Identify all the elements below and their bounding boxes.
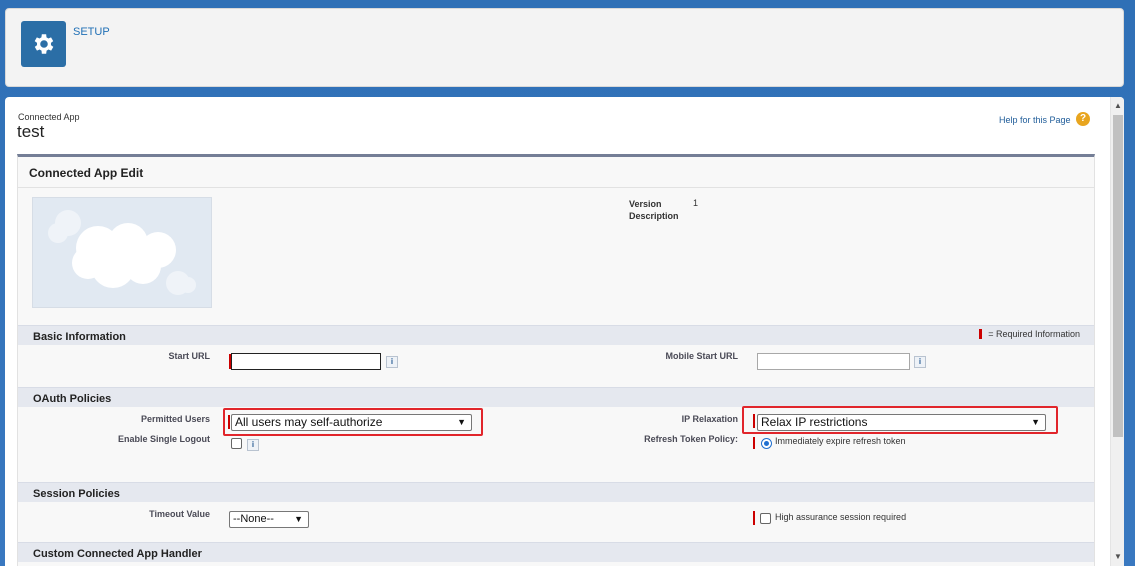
single-logout-info-icon[interactable]: i <box>247 439 259 451</box>
setup-header: SETUP <box>5 8 1124 87</box>
single-logout-checkbox[interactable] <box>231 438 242 449</box>
section-custom-handler: Custom Connected App Handler <box>18 542 1094 562</box>
section-title: Session Policies <box>33 488 120 500</box>
chevron-down-icon: ▼ <box>1031 417 1040 427</box>
required-legend: = Required Information <box>979 329 1080 339</box>
version-label: Version <box>629 199 662 209</box>
version-value: 1 <box>693 198 699 208</box>
section-title: Custom Connected App Handler <box>33 548 202 560</box>
section-oauth-policies: OAuth Policies <box>18 387 1094 407</box>
edit-title-bar: Connected App Edit <box>18 157 1094 188</box>
permitted-users-value: All users may self-authorize <box>235 415 383 429</box>
section-title: OAuth Policies <box>33 393 112 405</box>
mobile-start-url-input[interactable] <box>757 353 910 370</box>
mobile-start-url-info-icon[interactable]: i <box>914 356 926 368</box>
page-title: test <box>17 122 45 141</box>
required-marker <box>979 329 983 339</box>
timeout-value: --None-- <box>233 513 274 525</box>
required-marker <box>753 511 755 525</box>
start-url-label: Start URL <box>168 351 210 361</box>
ip-relaxation-select[interactable]: Relax IP restrictions ▼ <box>757 414 1046 431</box>
timeout-select[interactable]: --None-- ▼ <box>229 511 309 528</box>
main-content: Connected App test Help for this Page ? … <box>5 97 1124 566</box>
chevron-down-icon: ▼ <box>294 514 303 524</box>
ip-relaxation-value: Relax IP restrictions <box>761 415 868 429</box>
high-assurance-checkbox[interactable] <box>760 513 771 524</box>
refresh-token-label: Refresh Token Policy: <box>644 434 738 444</box>
permitted-users-label: Permitted Users <box>140 414 210 424</box>
section-session-policies: Session Policies <box>18 482 1094 502</box>
scroll-down-icon[interactable]: ▼ <box>1111 550 1124 564</box>
required-marker <box>753 437 755 449</box>
version-description-labels: Version Description <box>629 198 679 222</box>
cloud-icon <box>48 210 196 295</box>
connected-app-edit-block: Connected App Edit Version Description 1… <box>17 154 1095 566</box>
scroll-thumb[interactable] <box>1113 115 1123 437</box>
high-assurance-label: High assurance session required <box>775 512 907 522</box>
chevron-down-icon: ▼ <box>457 417 466 427</box>
permitted-users-select[interactable]: All users may self-authorize ▼ <box>231 414 472 431</box>
description-label: Description <box>629 211 679 221</box>
ip-relaxation-label: IP Relaxation <box>681 414 738 424</box>
required-marker <box>753 414 755 428</box>
start-url-input[interactable] <box>231 353 381 370</box>
start-url-info-icon[interactable]: i <box>386 356 398 368</box>
mobile-start-url-label: Mobile Start URL <box>665 351 738 361</box>
timeout-label: Timeout Value <box>149 509 210 519</box>
required-marker <box>228 415 230 429</box>
help-icon[interactable]: ? <box>1076 112 1090 126</box>
setup-link[interactable]: SETUP <box>73 26 110 38</box>
edit-title: Connected App Edit <box>29 166 144 180</box>
gear-icon[interactable] <box>21 21 66 67</box>
required-legend-text: = Required Information <box>988 329 1080 339</box>
section-title: Basic Information <box>33 331 126 343</box>
section-basic-information: Basic Information = Required Information <box>18 325 1094 345</box>
help-link[interactable]: Help for this Page <box>999 115 1071 125</box>
breadcrumb-type: Connected App <box>18 112 80 122</box>
vertical-scrollbar[interactable]: ▲ ▼ <box>1110 97 1124 566</box>
refresh-token-radio[interactable] <box>761 438 772 449</box>
app-logo <box>32 197 212 308</box>
scroll-up-icon[interactable]: ▲ <box>1111 99 1124 113</box>
single-logout-label: Enable Single Logout <box>118 434 210 444</box>
refresh-token-option: Immediately expire refresh token <box>775 436 906 446</box>
